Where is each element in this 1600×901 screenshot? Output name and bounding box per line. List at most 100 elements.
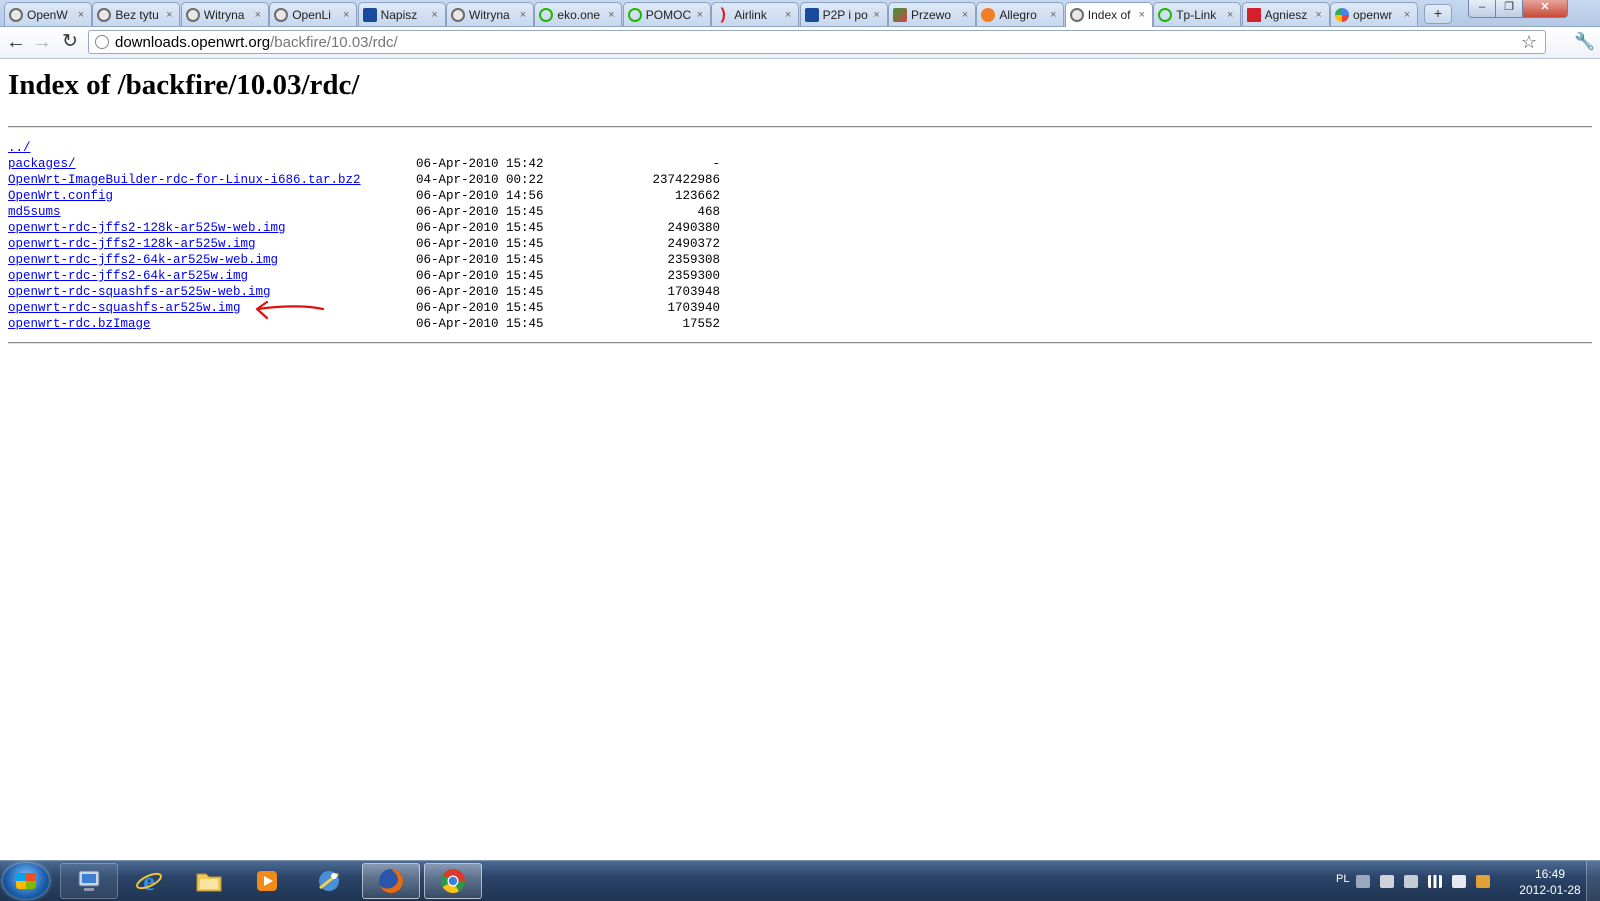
computer-taskbar-button[interactable] [60, 863, 118, 899]
tab-title: openwr [1353, 7, 1393, 22]
keyboard-icon[interactable] [1356, 875, 1370, 888]
tab-6[interactable]: eko.one × [534, 2, 623, 26]
listing-row: md5sums 06-Apr-2010 15:45 468 [8, 204, 720, 220]
tab-14[interactable]: Agniesz × [1241, 2, 1330, 26]
show-desktop-button[interactable] [1586, 861, 1600, 901]
computer-icon [78, 870, 100, 891]
tab-9[interactable]: P2P i po × [799, 2, 888, 26]
file-date: 06-Apr-2010 15:42 [416, 157, 544, 171]
security-icon[interactable] [1476, 875, 1490, 888]
tab-3[interactable]: OpenLi × [269, 2, 358, 26]
tab-4[interactable]: Napisz × [357, 2, 446, 26]
tab-title: Witryna [203, 7, 245, 22]
tab-2[interactable]: Witryna × [180, 2, 269, 26]
media-player-taskbar-button[interactable] [238, 863, 296, 899]
folder-taskbar-button[interactable] [180, 863, 238, 899]
file-link[interactable]: md5sums [8, 204, 61, 220]
pen-icon [893, 7, 907, 22]
close-tab-icon[interactable]: × [252, 9, 264, 21]
forward-button[interactable]: → [30, 31, 54, 55]
listing-row: openwrt-rdc-jffs2-64k-ar525w-web.img 06-A… [8, 252, 720, 268]
close-tab-icon[interactable]: × [75, 9, 87, 21]
network-app-taskbar-button[interactable] [300, 863, 358, 899]
close-window-button[interactable]: ✕ [1522, 0, 1568, 18]
network-signal-icon[interactable] [1428, 875, 1442, 888]
tab-title: P2P i po [822, 7, 868, 22]
tab-10[interactable]: Przewo × [888, 2, 976, 26]
reload-button[interactable]: ↻ [58, 31, 82, 55]
file-link[interactable]: OpenWrt-ImageBuilder-rdc-for-Linux-i686.… [8, 172, 361, 188]
blue-e-icon [362, 7, 377, 22]
tab-5[interactable]: Witryna × [446, 2, 534, 26]
file-size: 2490372 [667, 237, 720, 251]
globe-icon [451, 7, 465, 22]
close-tab-icon[interactable]: × [871, 9, 883, 21]
close-tab-icon[interactable]: × [605, 9, 617, 21]
internet-explorer-taskbar-button[interactable]: e [120, 863, 178, 899]
address-bar[interactable]: downloads.openwrt.org/backfire/10.03/rdc… [88, 30, 1546, 54]
file-date: 04-Apr-2010 00:22 [416, 173, 544, 187]
close-tab-icon[interactable]: × [694, 9, 706, 21]
volume-icon[interactable] [1452, 875, 1466, 888]
firefox-taskbar-button[interactable] [362, 863, 420, 899]
clock-time[interactable]: 16:49 [1530, 867, 1570, 881]
file-link[interactable]: openwrt-rdc-jffs2-64k-ar525w.img [8, 268, 248, 284]
tab-title: Witryna [469, 7, 510, 22]
file-link[interactable]: packages/ [8, 156, 76, 172]
file-link[interactable]: ../ [8, 140, 31, 156]
media-player-icon [257, 871, 277, 891]
file-link[interactable]: openwrt-rdc.bzImage [8, 316, 151, 332]
file-link[interactable]: OpenWrt.config [8, 188, 113, 204]
tab-1[interactable]: Bez tytu × [92, 2, 181, 26]
listing-row: openwrt-rdc-jffs2-64k-ar525w.img 06-Apr-2… [8, 268, 720, 284]
close-tab-icon[interactable]: × [429, 9, 441, 21]
wrench-icon[interactable]: 🔧 [1574, 32, 1595, 52]
close-tab-icon[interactable]: × [1224, 9, 1236, 21]
globe-icon [1069, 8, 1084, 22]
file-link[interactable]: openwrt-rdc-jffs2-64k-ar525w-web.img [8, 252, 278, 268]
chrome-taskbar-button[interactable] [424, 863, 482, 899]
tab-7[interactable]: POMOC × [622, 2, 711, 26]
divider [8, 126, 1592, 128]
file-size: 237422986 [652, 173, 720, 187]
maximize-button[interactable]: ❐ [1495, 0, 1523, 18]
close-tab-icon[interactable]: × [959, 9, 971, 21]
clock-date[interactable]: 2012-01-28 [1512, 883, 1588, 897]
tab-13[interactable]: Tp-Link × [1153, 2, 1242, 26]
close-tab-icon[interactable]: × [1047, 9, 1059, 21]
file-link[interactable]: openwrt-rdc-jffs2-128k-ar525w.img [8, 236, 256, 252]
tab-12[interactable]: Index of × [1064, 2, 1153, 27]
tab-15[interactable]: openwr × [1330, 2, 1418, 26]
address-path: /backfire/10.03/rdc/ [270, 33, 398, 51]
close-tab-icon[interactable]: × [782, 9, 794, 21]
internet-explorer-icon: e [136, 867, 162, 896]
browser-toolbar: ← → ↻ downloads.openwrt.org/backfire/10.… [0, 27, 1600, 59]
close-tab-icon[interactable]: × [517, 9, 529, 21]
minimize-button[interactable]: – [1468, 0, 1496, 18]
close-tab-icon[interactable]: × [1401, 9, 1413, 21]
windows-logo-icon [16, 873, 36, 889]
listing-row: OpenWrt-ImageBuilder-rdc-for-Linux-i686.… [8, 172, 720, 188]
tab-11[interactable]: Allegro × [976, 2, 1065, 26]
tab-0[interactable]: OpenW × [4, 2, 92, 26]
new-tab-button[interactable]: + [1424, 4, 1452, 24]
file-link[interactable]: openwrt-rdc-jffs2-128k-ar525w-web.img [8, 220, 286, 236]
close-tab-icon[interactable]: × [1313, 9, 1325, 21]
tab-8[interactable]: ) Airlink × [711, 2, 800, 26]
start-button[interactable] [3, 863, 49, 899]
back-button[interactable]: ← [4, 31, 28, 55]
taskbar: e PL 16:49 2012-01-28 [0, 860, 1600, 901]
language-indicator[interactable]: PL [1336, 873, 1349, 885]
network-app-icon [319, 871, 339, 891]
close-tab-icon[interactable]: × [340, 9, 352, 21]
file-link[interactable]: openwrt-rdc-squashfs-ar525w.img [8, 300, 241, 316]
close-tab-icon[interactable]: × [1136, 9, 1148, 21]
firefox-icon [379, 869, 403, 893]
file-date: 06-Apr-2010 15:45 [416, 221, 544, 235]
file-size: 1703940 [667, 301, 720, 315]
action-center-icon[interactable] [1380, 875, 1394, 888]
file-link[interactable]: openwrt-rdc-squashfs-ar525w-web.img [8, 284, 271, 300]
device-icon[interactable] [1404, 875, 1418, 888]
close-tab-icon[interactable]: × [163, 9, 175, 21]
bookmark-star-icon[interactable]: ☆ [1521, 32, 1537, 53]
